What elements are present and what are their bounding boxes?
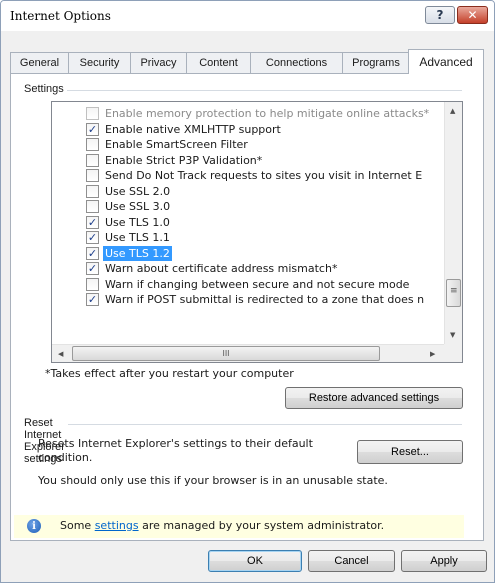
- setting-checkbox[interactable]: ✓: [86, 231, 99, 244]
- ok-button[interactable]: OK: [208, 550, 302, 572]
- close-button[interactable]: ✕: [457, 6, 488, 24]
- setting-label: Enable Strict P3P Validation*: [105, 153, 263, 167]
- info-icon: i: [27, 519, 41, 533]
- scroll-right-icon[interactable]: ▶: [430, 350, 435, 358]
- setting-checkbox[interactable]: ✓: [86, 246, 99, 260]
- vertical-scrollbar[interactable]: ▲ ≡ ▼: [444, 102, 462, 344]
- restore-advanced-settings-button[interactable]: Restore advanced settings: [285, 387, 463, 409]
- reset-description-line1: Resets Internet Explorer's settings to t…: [38, 437, 313, 450]
- help-icon: ?: [436, 8, 444, 22]
- apply-button[interactable]: Apply: [401, 550, 487, 572]
- vertical-grip-icon: ≡: [450, 286, 458, 296]
- settings-group-title: Settings: [21, 83, 67, 95]
- close-icon: ✕: [467, 8, 478, 22]
- tab-privacy[interactable]: Privacy: [130, 52, 187, 73]
- setting-row[interactable]: Use SSL 3.0: [52, 199, 444, 214]
- window-title: Internet Options: [10, 9, 111, 23]
- tab-general[interactable]: General: [10, 52, 69, 73]
- scroll-left-icon[interactable]: ◀: [58, 350, 63, 358]
- settings-listbox[interactable]: Enable memory protection to help mitigat…: [51, 101, 463, 363]
- scroll-up-icon[interactable]: ▲: [450, 107, 455, 115]
- setting-row[interactable]: ✓ Use TLS 1.1: [52, 230, 444, 245]
- reset-group-line: [24, 424, 462, 425]
- setting-row[interactable]: ✓ Warn if POST submittal is redirected to…: [52, 292, 444, 307]
- setting-row[interactable]: Enable Strict P3P Validation*: [52, 153, 444, 168]
- vertical-scroll-thumb[interactable]: ≡: [446, 279, 461, 307]
- title-bar: Internet Options ? ✕: [1, 1, 494, 31]
- settings-link[interactable]: settings: [95, 519, 139, 532]
- setting-checkbox[interactable]: [86, 138, 99, 151]
- setting-label: Use SSL 3.0: [105, 200, 171, 213]
- checkmark-icon: ✓: [87, 262, 98, 275]
- setting-label: Enable native XMLHTTP support: [105, 122, 281, 136]
- restart-footnote: *Takes effect after you restart your com…: [45, 367, 294, 380]
- admin-notice-text: Some settings are managed by your system…: [60, 519, 384, 533]
- horizontal-scroll-thumb[interactable]: III: [72, 346, 380, 361]
- tab-security[interactable]: Security: [68, 52, 131, 73]
- setting-checkbox[interactable]: [86, 200, 99, 213]
- reset-button[interactable]: Reset...: [357, 440, 463, 464]
- tab-connections[interactable]: Connections: [250, 52, 343, 73]
- horizontal-scrollbar[interactable]: ◀ III ▶: [52, 344, 444, 362]
- setting-checkbox[interactable]: [86, 153, 99, 167]
- setting-checkbox[interactable]: ✓: [86, 293, 99, 306]
- checkmark-icon: ✓: [87, 293, 98, 306]
- setting-label: Use TLS 1.0: [105, 215, 170, 229]
- setting-checkbox[interactable]: [86, 107, 99, 120]
- setting-checkbox[interactable]: ✓: [86, 215, 99, 229]
- setting-label: Send Do Not Track requests to sites you …: [105, 169, 423, 182]
- setting-checkbox[interactable]: [86, 169, 99, 182]
- settings-group-line: [24, 90, 462, 91]
- setting-checkbox[interactable]: ✓: [86, 262, 99, 275]
- notice-suffix: are managed by your system administrator…: [138, 519, 385, 532]
- setting-row[interactable]: Enable memory protection to help mitigat…: [52, 106, 444, 121]
- cancel-button[interactable]: Cancel: [308, 550, 395, 572]
- help-button[interactable]: ?: [425, 6, 455, 24]
- setting-label: Use TLS 1.2: [103, 245, 172, 261]
- setting-row[interactable]: ✓ Use TLS 1.0: [52, 215, 444, 230]
- notice-prefix: Some: [60, 519, 95, 532]
- setting-row[interactable]: ✓ Warn about certificate address mismatch…: [52, 261, 444, 276]
- setting-label: Warn if changing between secure and not …: [105, 277, 410, 291]
- setting-checkbox[interactable]: [86, 277, 99, 291]
- setting-label: Enable memory protection to help mitigat…: [105, 107, 430, 120]
- setting-checkbox[interactable]: ✓: [86, 122, 99, 136]
- checkmark-icon: ✓: [87, 122, 98, 136]
- setting-row[interactable]: Send Do Not Track requests to sites you …: [52, 168, 444, 183]
- setting-label: Warn about certificate address mismatch*: [105, 262, 338, 275]
- tab-content[interactable]: Content: [186, 52, 251, 73]
- reset-description-line2: condition.: [38, 451, 93, 464]
- setting-label: Use SSL 2.0: [105, 184, 171, 198]
- setting-row[interactable]: Enable SmartScreen Filter: [52, 137, 444, 152]
- setting-checkbox[interactable]: [86, 184, 99, 198]
- reset-note: You should only use this if your browser…: [38, 474, 388, 487]
- checkmark-icon: ✓: [87, 231, 98, 244]
- setting-label: Warn if POST submittal is redirected to …: [105, 293, 425, 306]
- setting-row[interactable]: ✓ Use TLS 1.2: [52, 245, 444, 261]
- tab-advanced[interactable]: Advanced: [408, 49, 484, 74]
- setting-label: Enable SmartScreen Filter: [105, 138, 248, 151]
- checkmark-icon: ✓: [87, 215, 98, 229]
- checkmark-icon: ✓: [87, 246, 98, 260]
- scrollbar-corner: [444, 344, 462, 362]
- scroll-down-icon[interactable]: ▼: [450, 331, 455, 339]
- setting-label: Use TLS 1.1: [105, 231, 170, 244]
- setting-row[interactable]: Warn if changing between secure and not …: [52, 277, 444, 292]
- setting-row[interactable]: ✓ Enable native XMLHTTP support: [52, 122, 444, 137]
- setting-row[interactable]: Use SSL 2.0: [52, 184, 444, 199]
- horizontal-grip-icon: III: [222, 349, 230, 358]
- tab-programs[interactable]: Programs: [342, 52, 410, 73]
